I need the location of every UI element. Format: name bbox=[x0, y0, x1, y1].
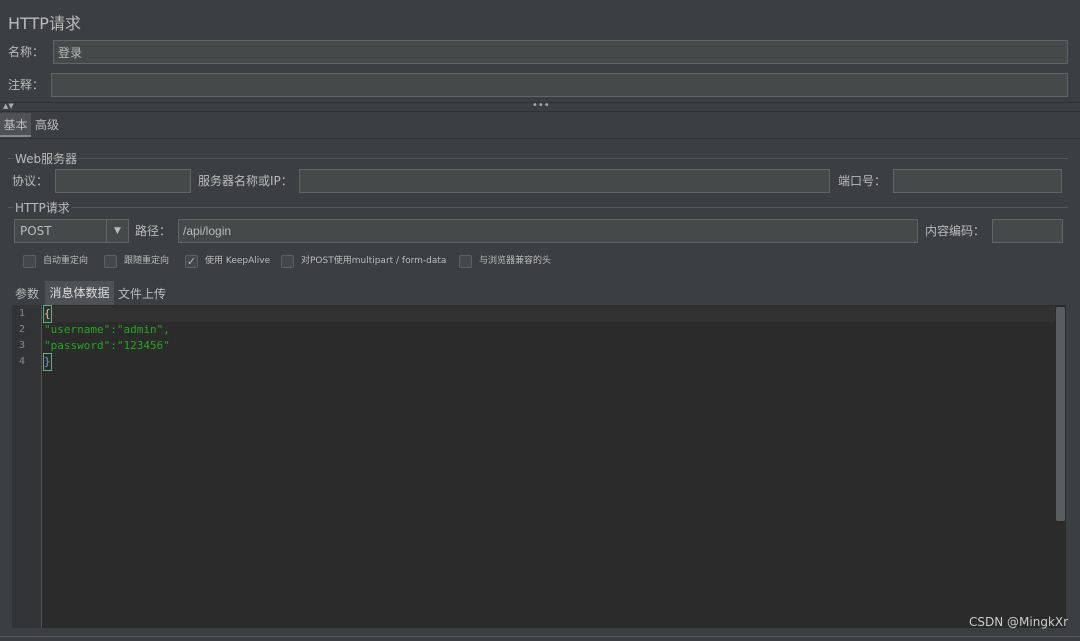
watermark: CSDN @MingkXr bbox=[969, 615, 1069, 629]
subtab-params-label: 参数 bbox=[15, 287, 40, 301]
subtab-params[interactable]: 参数 bbox=[15, 283, 39, 305]
editor-scrollbar[interactable] bbox=[1056, 307, 1065, 521]
keepalive-label: 使用 KeepAlive bbox=[205, 256, 271, 266]
server-label: 服务器名称或IP： bbox=[198, 174, 293, 188]
multipart-label: 对POST使用multipart / form-data bbox=[301, 256, 447, 266]
protocol-label: 协议： bbox=[12, 174, 49, 188]
subtab-body-label: 消息体数据 bbox=[49, 286, 110, 300]
keepalive-checkbox[interactable]: ✓ bbox=[185, 255, 198, 268]
browser-headers-label: 与浏览器兼容的头 bbox=[479, 256, 552, 266]
method-select[interactable]: POST ▼ bbox=[14, 219, 129, 243]
name-input[interactable] bbox=[53, 40, 1068, 64]
web-server-legend: Web服务器 bbox=[13, 150, 80, 167]
tab-advanced-label: 高级 bbox=[35, 118, 60, 132]
check-icon: ✓ bbox=[186, 255, 197, 268]
tab-basic-label: 基本 bbox=[3, 118, 28, 132]
encoding-label: 内容编码： bbox=[925, 224, 986, 238]
multipart-checkbox[interactable] bbox=[281, 255, 294, 268]
code-line: { bbox=[43, 305, 52, 323]
subtab-file-label: 文件上传 bbox=[118, 287, 167, 301]
follow-redirect-checkbox[interactable] bbox=[104, 255, 117, 268]
subtab-file-upload[interactable]: 文件上传 bbox=[118, 283, 166, 305]
path-label: 路径： bbox=[135, 224, 172, 238]
encoding-input[interactable] bbox=[992, 219, 1063, 243]
tab-basic[interactable]: 基本 bbox=[0, 113, 31, 137]
code-line: "username":"admin", bbox=[44, 323, 170, 336]
splitter-handle-icon[interactable]: ••• bbox=[532, 100, 550, 111]
subtab-body-data[interactable]: 消息体数据 bbox=[45, 281, 114, 305]
code-line: "password":"123456" bbox=[44, 339, 170, 352]
auto-redirect-label: 自动重定向 bbox=[43, 256, 89, 266]
protocol-input[interactable] bbox=[55, 169, 191, 193]
line-number: 4 bbox=[18, 356, 26, 367]
chevron-down-icon: ▼ bbox=[106, 220, 128, 242]
line-number: 1 bbox=[18, 308, 26, 319]
body-editor[interactable] bbox=[12, 305, 1066, 628]
method-value: POST bbox=[20, 224, 52, 238]
panel-title: HTTP请求 bbox=[8, 14, 81, 33]
code-line: } bbox=[43, 353, 52, 371]
port-input[interactable] bbox=[893, 169, 1062, 193]
current-line-highlight bbox=[43, 306, 1055, 322]
port-label: 端口号： bbox=[838, 174, 887, 188]
collapse-arrows-icon[interactable]: ▲▼ bbox=[3, 102, 14, 110]
path-input[interactable] bbox=[178, 219, 918, 243]
comment-label: 注释： bbox=[8, 78, 45, 92]
tab-advanced[interactable]: 高级 bbox=[35, 113, 59, 137]
follow-redirect-label: 跟随重定向 bbox=[124, 256, 170, 266]
auto-redirect-checkbox[interactable] bbox=[23, 255, 36, 268]
name-label: 名称： bbox=[8, 45, 45, 59]
comment-input[interactable] bbox=[51, 73, 1068, 97]
line-number: 3 bbox=[18, 340, 26, 351]
server-input[interactable] bbox=[299, 169, 830, 193]
line-number: 2 bbox=[18, 324, 26, 335]
http-request-legend: HTTP请求 bbox=[13, 199, 72, 216]
browser-headers-checkbox[interactable] bbox=[459, 255, 472, 268]
